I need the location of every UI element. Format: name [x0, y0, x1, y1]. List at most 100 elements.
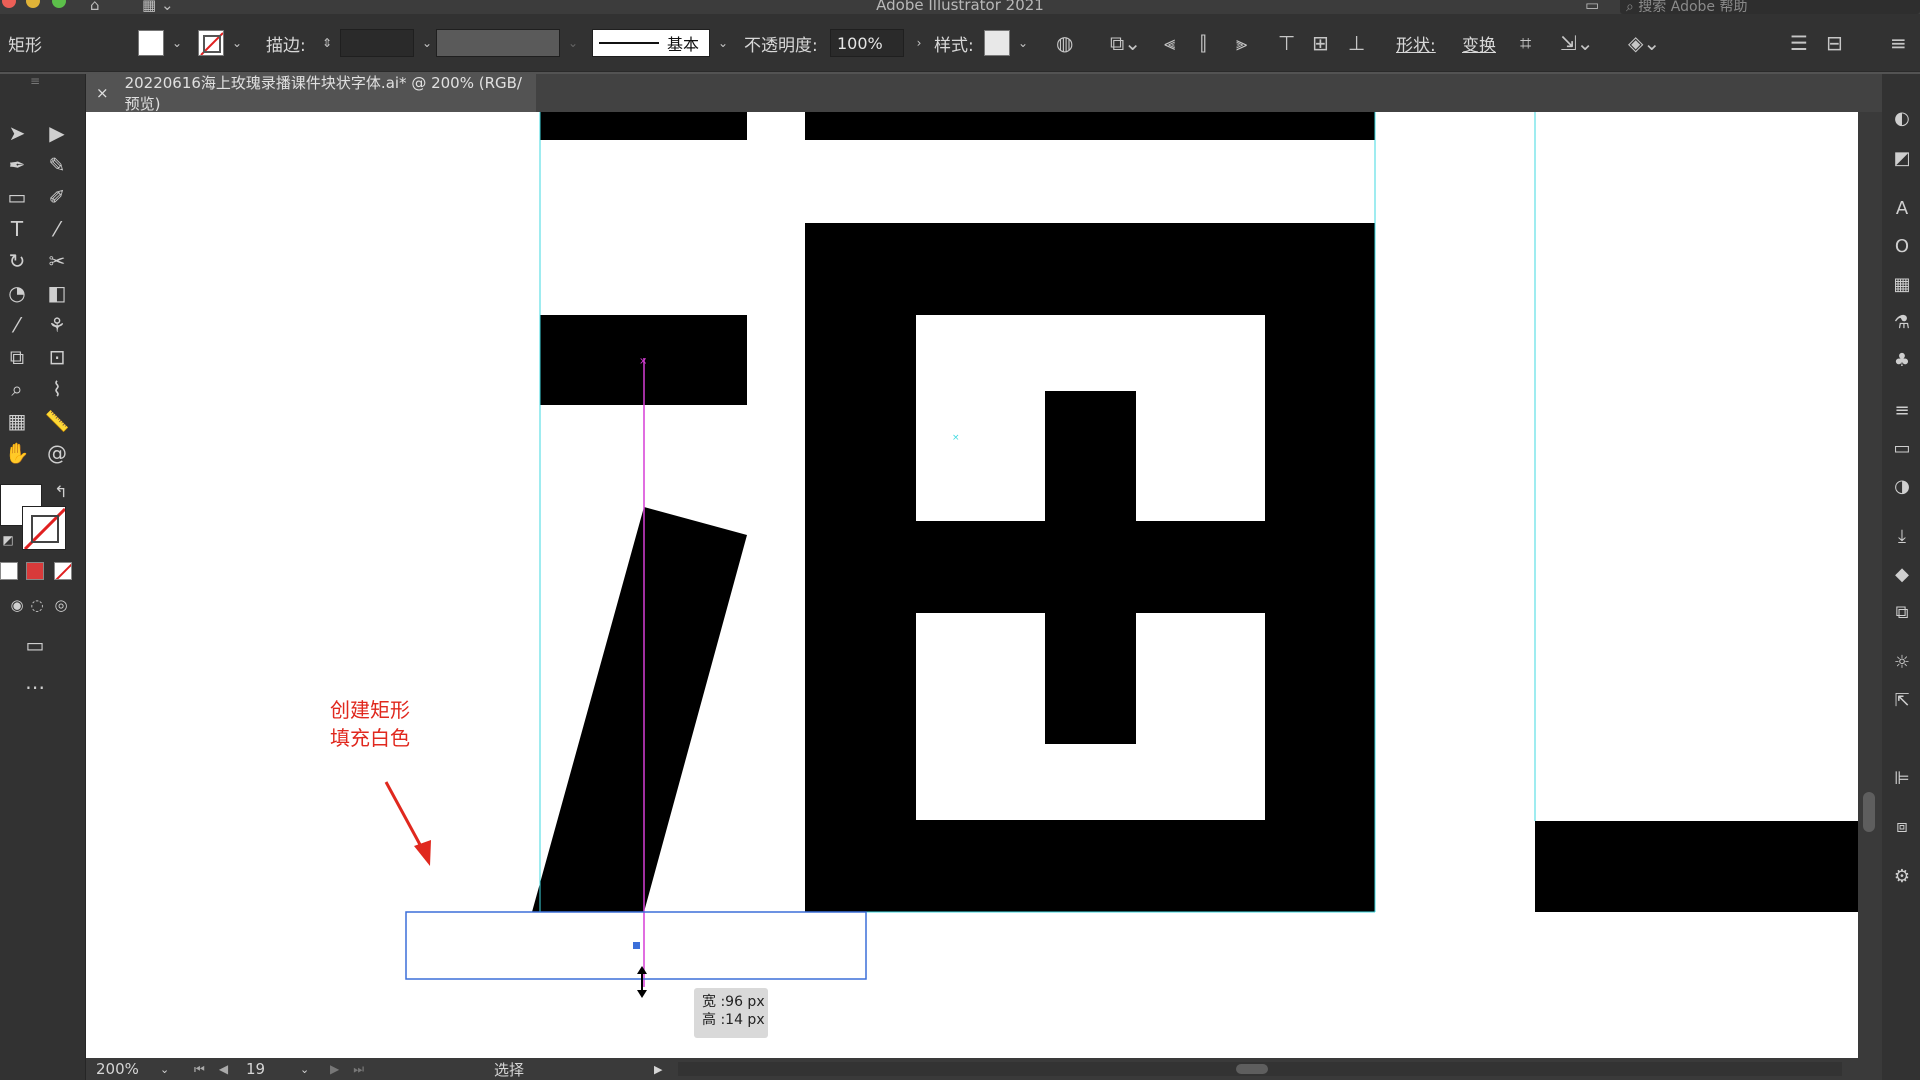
brush-definition-field[interactable]: 基本 [592, 29, 710, 57]
stroke-weight-field[interactable] [340, 29, 414, 57]
pathfinder-panel-icon[interactable]: ⧈ [1888, 812, 1916, 840]
default-colors-icon[interactable]: ◩ [0, 532, 16, 548]
align-middle-icon[interactable]: ⊞ [1312, 14, 1329, 72]
none-mode-button[interactable] [54, 562, 72, 580]
artboard[interactable]: × × [86, 112, 1858, 1058]
mesh-tool-icon[interactable]: ▦ [0, 406, 34, 436]
horizontal-scrollbar[interactable] [678, 1062, 1842, 1076]
rotate-tool-icon[interactable]: ↻ [0, 246, 34, 276]
rectangle-tool-icon[interactable]: ▭ [0, 182, 34, 212]
eyedropper-tool-icon[interactable]: ⁄ [0, 310, 34, 340]
appearance-panel-icon[interactable]: ☼ [1888, 648, 1916, 676]
zoom-level[interactable]: 200% [96, 1058, 139, 1080]
gradient-mode-button[interactable] [26, 562, 44, 580]
transform-panel-icon[interactable]: ⚙ [1888, 862, 1916, 890]
gradient-tool-icon[interactable]: ◧ [40, 278, 74, 308]
libraries-panel-icon[interactable]: ◩ [1888, 144, 1916, 172]
symbols-panel-icon[interactable]: ♣ [1888, 346, 1916, 374]
layers-panel-icon[interactable]: ◆ [1888, 560, 1916, 588]
screen-mode-icon[interactable]: ▭ [18, 630, 52, 660]
last-artboard-icon[interactable]: ⏭ [353, 1062, 364, 1077]
align-panel-icon[interactable]: ⊫ [1888, 764, 1916, 792]
draw-inside-icon[interactable]: ◎ [44, 590, 78, 620]
block-font-artwork[interactable]: × × [86, 112, 1858, 1058]
color-mode-button[interactable] [0, 562, 18, 580]
fill-swatch[interactable] [138, 30, 164, 56]
shape-builder-tool-icon[interactable]: ⧉ [0, 342, 34, 372]
zoom-tool-icon[interactable]: ⌕ [0, 374, 34, 404]
swatches-panel-icon[interactable]: ▦ [1888, 270, 1916, 298]
vertical-scroll-thumb[interactable] [1863, 792, 1875, 832]
transparency-panel-icon[interactable]: ◑ [1888, 472, 1916, 500]
properties-panel-icon[interactable]: ◐ [1888, 104, 1916, 132]
isolate-icon[interactable]: ⌗ [1520, 14, 1531, 72]
opacity-arrow-icon[interactable]: › [910, 36, 928, 50]
stroke-color-box[interactable] [22, 506, 66, 550]
swap-fill-stroke-icon[interactable]: ↰ [48, 480, 74, 502]
warp-tool-icon[interactable]: ◔ [0, 278, 34, 308]
eraser-tool-icon[interactable]: ⌇ [40, 374, 74, 404]
first-artboard-icon[interactable]: ⏮ [194, 1062, 205, 1077]
help-search-input[interactable]: ⌕ 搜索 Adobe 帮助 [1620, 0, 1920, 15]
zoom-dropdown-icon[interactable]: ⌄ [160, 1058, 169, 1080]
asset-export-icon[interactable]: ⇱ [1888, 686, 1916, 714]
variable-width-profile[interactable] [436, 29, 560, 57]
stroke-weight-stepper[interactable]: ⇕ [318, 36, 336, 50]
hand-tool-icon[interactable]: ✋ [0, 438, 34, 468]
canvas[interactable]: × × 创建矩形 填充白色 [86, 112, 1858, 1058]
status-menu-icon[interactable]: ▶ [654, 1058, 662, 1080]
line-segment-tool-icon[interactable]: ⁄ [40, 214, 74, 244]
export-panel-icon[interactable]: ⤓ [1888, 522, 1916, 550]
curvature-tool-icon[interactable]: ✎ [40, 150, 74, 180]
align-center-icon[interactable]: ⫿ [1200, 14, 1206, 72]
graphic-style-swatch[interactable] [984, 30, 1010, 56]
align-to-icon[interactable]: ⧉⌄ [1110, 14, 1141, 72]
align-top-icon[interactable]: ⊤ [1278, 14, 1295, 72]
pen-tool-icon[interactable]: ✒ [0, 150, 34, 180]
artboards-panel-icon[interactable]: ⧉ [1888, 598, 1916, 626]
align-left-icon[interactable]: ⫷ [1164, 14, 1175, 72]
align-right-icon[interactable]: ⫸ [1236, 14, 1247, 72]
gradient-panel-icon[interactable]: ▭ [1888, 434, 1916, 462]
selection-tool-icon[interactable]: ➤ [0, 118, 34, 148]
transform-label[interactable]: 变换 [1462, 14, 1496, 72]
next-artboard-icon[interactable]: ▶ [330, 1062, 339, 1076]
transform-each-icon[interactable]: ⇲⌄ [1560, 14, 1594, 72]
vertical-scrollbar[interactable] [1858, 112, 1882, 1058]
control-bar-menu-icon[interactable]: ≡ [1890, 14, 1907, 72]
stroke-swatch[interactable] [198, 30, 224, 56]
document-tab[interactable]: × 20220616海上玫瑰录播课件块状字体.ai* @ 200% (RGB/预… [86, 74, 536, 113]
align-bottom-icon[interactable]: ⊥ [1348, 14, 1365, 72]
direct-selection-tool-icon[interactable]: ▶ [40, 118, 74, 148]
opacity-field[interactable]: 100% [830, 29, 904, 57]
brush-dropdown-icon[interactable]: ⌄ [714, 36, 732, 50]
envelope-icon[interactable]: ◈⌄ [1628, 14, 1660, 72]
fill-dropdown-icon[interactable]: ⌄ [168, 36, 186, 50]
horizontal-scroll-thumb[interactable] [1236, 1064, 1268, 1074]
stroke-weight-dropdown-icon[interactable]: ⌄ [418, 36, 436, 50]
arrange-panels-icon[interactable]: ⊟ [1826, 14, 1843, 72]
panel-menu-icon[interactable]: ☰ [1790, 14, 1808, 72]
artboard-tool-icon[interactable]: ⊡ [40, 342, 74, 372]
toolbox-grip-icon[interactable]: ≡ [18, 74, 52, 88]
stroke-panel-icon[interactable]: ≡ [1888, 396, 1916, 424]
brushes-panel-icon[interactable]: ⚗ [1888, 308, 1916, 336]
opacity-label[interactable]: 不透明度: [744, 14, 818, 72]
shape-label[interactable]: 形状: [1396, 14, 1436, 72]
arrange-documents-icon[interactable]: ▭ [1585, 0, 1599, 14]
scissors-tool-icon[interactable]: ✂ [40, 246, 74, 276]
artboard-dropdown-icon[interactable]: ⌄ [300, 1058, 309, 1080]
measure-tool-icon[interactable]: 📏 [40, 406, 74, 436]
opentype-panel-icon[interactable]: O [1888, 232, 1916, 260]
edit-toolbar-icon[interactable]: ⋯ [18, 672, 52, 702]
type-tool-icon[interactable]: T [0, 214, 34, 244]
spiral-tool-icon[interactable]: @ [40, 438, 74, 468]
character-panel-icon[interactable]: A [1888, 194, 1916, 222]
previous-artboard-icon[interactable]: ◀ [219, 1062, 228, 1076]
graphic-style-dropdown-icon[interactable]: ⌄ [1014, 36, 1032, 50]
artboard-number[interactable]: 19 [246, 1058, 265, 1080]
recolor-artwork-icon[interactable]: ◍ [1056, 14, 1073, 72]
status-text[interactable]: 选择 [494, 1058, 524, 1080]
paintbrush-tool-icon[interactable]: ✐ [40, 182, 74, 212]
close-tab-icon[interactable]: × [96, 84, 109, 102]
